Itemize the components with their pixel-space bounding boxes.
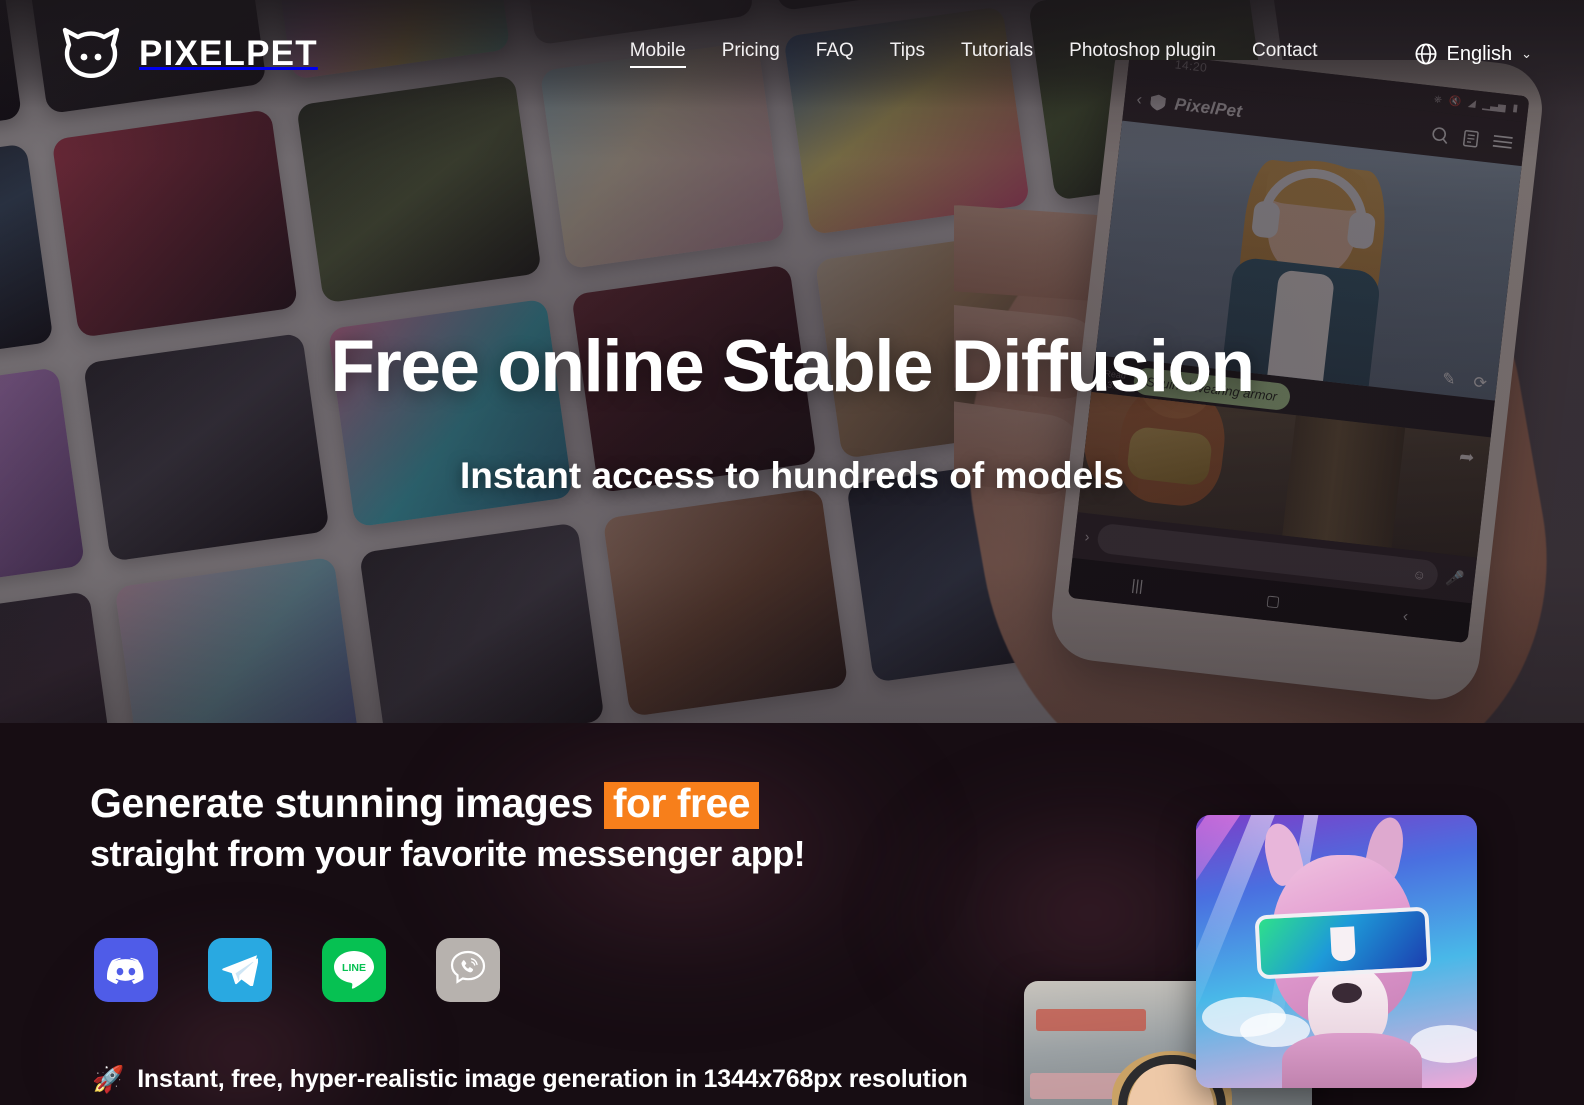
hero-subheadline: Instant access to hundreds of models (459, 455, 1125, 496)
nav-item-tips[interactable]: Tips (890, 40, 925, 68)
nav-item-pricing[interactable]: Pricing (722, 40, 780, 68)
top-navigation-bar: PIXELPET Mobile Pricing FAQ Tips Tutoria… (0, 0, 1584, 108)
hero-section: 14:20 ⎈ 🔇 ◢ ▁▃▅ ▮ ‹ PixelPet (0, 0, 1584, 723)
nav-item-contact[interactable]: Contact (1252, 40, 1317, 68)
messenger-icon-list: LINE (94, 938, 500, 1002)
discord-icon (107, 957, 144, 984)
language-label: English (1446, 42, 1513, 65)
promo-title: Generate stunning images for free straig… (90, 780, 806, 874)
brand-logo-link[interactable]: PIXELPET (60, 27, 318, 81)
chevron-down-icon: ⌄ (1521, 46, 1532, 61)
svg-text:LINE: LINE (342, 962, 366, 974)
main-nav: Mobile Pricing FAQ Tips Tutorials Photos… (629, 40, 1532, 68)
telegram-icon (222, 955, 258, 986)
gallery-card-front-llama[interactable] (1196, 815, 1477, 1088)
messenger-button-telegram[interactable] (208, 938, 272, 1002)
globe-icon (1415, 43, 1437, 65)
promo-title-line2: straight from your favorite messenger ap… (90, 832, 806, 874)
nav-item-mobile[interactable]: Mobile (629, 40, 686, 68)
hero-headline: Free online Stable Diffusion (330, 326, 1255, 407)
messenger-button-discord[interactable] (94, 938, 158, 1002)
hero-copy: Free online Stable Diffusion Instant acc… (0, 330, 1584, 497)
language-selector[interactable]: English ⌄ (1415, 43, 1532, 66)
nav-item-tutorials[interactable]: Tutorials (961, 40, 1033, 68)
llama-nose (1332, 983, 1362, 1003)
feature-highlight: 🚀 Instant, free, hyper-realistic image g… (92, 1064, 968, 1095)
cat-face-icon (60, 27, 122, 81)
promo-title-highlight: for free (603, 782, 760, 829)
viber-icon (450, 950, 486, 984)
brand-name: PIXELPET (139, 34, 318, 73)
messenger-button-viber[interactable] (436, 938, 500, 1002)
promo-title-part1: Generate stunning images (90, 780, 593, 826)
nav-item-photoshop-plugin[interactable]: Photoshop plugin (1069, 40, 1216, 68)
line-icon: LINE (334, 951, 374, 989)
messenger-button-line[interactable]: LINE (322, 938, 386, 1002)
feature-text: Instant, free, hyper-realistic image gen… (137, 1065, 968, 1093)
llama-neck (1282, 1033, 1422, 1088)
nav-item-faq[interactable]: FAQ (816, 40, 854, 68)
rocket-icon: 🚀 (92, 1064, 125, 1094)
background-sign (1036, 1009, 1146, 1031)
sunglasses-bridge (1330, 926, 1356, 962)
